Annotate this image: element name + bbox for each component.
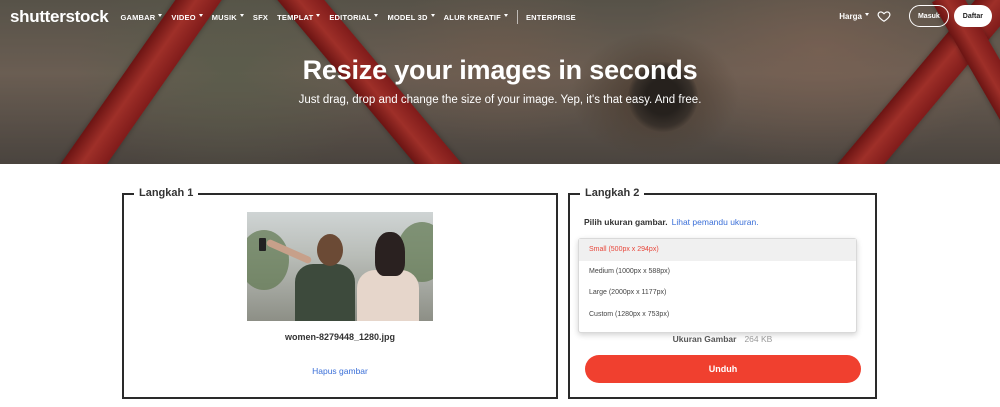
- menu-item-label: MUSIK: [211, 12, 237, 22]
- menu-item-gambar[interactable]: GAMBAR: [120, 12, 163, 22]
- menu-item-label: GAMBAR: [120, 12, 156, 22]
- uploaded-image-preview: [247, 212, 433, 321]
- signup-button[interactable]: Daftar: [953, 5, 992, 27]
- nav-right: Harga Masuk Daftar: [839, 5, 992, 27]
- step2-panel: Langkah 2 Pilih ukuran gambar. Lihat pema…: [568, 187, 877, 399]
- chevron-down-icon: [864, 12, 869, 16]
- page-subtitle: Just drag, drop and change the size of y…: [298, 94, 702, 106]
- hero-banner: shutterstock GAMBAR VIDEO MUSIK SFX TEMPLAT E…: [0, 0, 1000, 164]
- step1-panel: Langkah 1 women-8279448_1280.jpg Hapus g…: [122, 187, 558, 399]
- chevron-down-icon: [239, 13, 244, 17]
- remove-image-link[interactable]: Hapus gambar: [124, 366, 556, 376]
- menu-item-sfx[interactable]: SFX: [253, 13, 268, 22]
- photo-phone: [259, 238, 266, 251]
- menu-item-label: VIDEO: [171, 12, 196, 22]
- chevron-down-icon: [158, 13, 163, 17]
- size-guide-link[interactable]: Lihat pemandu ukuran.: [672, 217, 759, 227]
- photo-person: [357, 270, 419, 321]
- chevron-down-icon: [198, 13, 203, 17]
- chevron-down-icon: [503, 13, 508, 17]
- download-button[interactable]: Unduh: [585, 355, 861, 383]
- size-option[interactable]: Small (500px x 294px): [579, 239, 856, 261]
- menu-item-label: ENTERPRISE: [525, 12, 576, 22]
- heart-icon[interactable]: [877, 9, 891, 23]
- photo-person-head: [317, 234, 343, 266]
- size-option[interactable]: Medium (1000px x 588px): [579, 261, 856, 283]
- menu-item-templat[interactable]: TEMPLAT: [277, 12, 321, 22]
- menu-item-musik[interactable]: MUSIK: [212, 13, 244, 22]
- image-size-value: 264 KB: [744, 334, 773, 344]
- size-dropdown-menu[interactable]: Small (500px x 294px) Medium (1000px x 58…: [578, 238, 857, 333]
- top-navigation: shutterstock GAMBAR VIDEO MUSIK SFX TEMPLAT E…: [0, 0, 1000, 34]
- menu-item-label: TEMPLAT: [277, 12, 314, 22]
- menu-item-alur-kreatif[interactable]: ALUR KREATIF: [444, 13, 508, 22]
- photo-person-head: [375, 232, 405, 276]
- step1-legend: Langkah 1: [134, 187, 199, 199]
- chevron-down-icon: [430, 13, 435, 17]
- menu-divider: [516, 10, 518, 24]
- size-option[interactable]: Large (2000px x 1177px): [579, 282, 856, 304]
- size-prompt-label: Pilih ukuran gambar.: [584, 217, 668, 227]
- menu-item-label: SFX: [252, 12, 269, 22]
- pricing-menu[interactable]: Harga: [839, 12, 869, 21]
- size-prompt: Pilih ukuran gambar. Lihat pemandu ukuran…: [584, 217, 759, 227]
- menu-item-editorial[interactable]: EDITORIAL: [329, 12, 379, 22]
- chevron-down-icon: [374, 13, 379, 17]
- image-size-label: Ukuran Gambar: [672, 334, 737, 344]
- image-filename: women-8279448_1280.jpg: [284, 332, 396, 342]
- menu-item-label: ALUR KREATIF: [443, 12, 501, 22]
- menu-item-video[interactable]: VIDEO: [171, 12, 203, 22]
- shutterstock-logo[interactable]: shutterstock: [10, 7, 109, 27]
- pricing-label: Harga: [839, 11, 862, 21]
- main-menu: GAMBAR VIDEO MUSIK SFX TEMPLAT EDITORIAL MODEL…: [120, 10, 584, 24]
- menu-item-label: MODEL 3D: [387, 12, 428, 22]
- menu-item-enterprise[interactable]: ENTERPRISE: [526, 13, 576, 22]
- login-button[interactable]: Masuk: [908, 5, 949, 27]
- step2-legend: Langkah 2: [580, 187, 645, 199]
- menu-item-label: EDITORIAL: [329, 12, 372, 22]
- size-option[interactable]: Custom (1280px x 753px): [579, 304, 856, 326]
- menu-item-model-3d[interactable]: MODEL 3D: [387, 12, 435, 22]
- photo-person: [295, 264, 355, 321]
- page-title: Resize your images in seconds: [302, 55, 698, 85]
- chevron-down-icon: [316, 13, 321, 17]
- image-size-row: Ukuran Gambar 264 KB: [570, 334, 875, 344]
